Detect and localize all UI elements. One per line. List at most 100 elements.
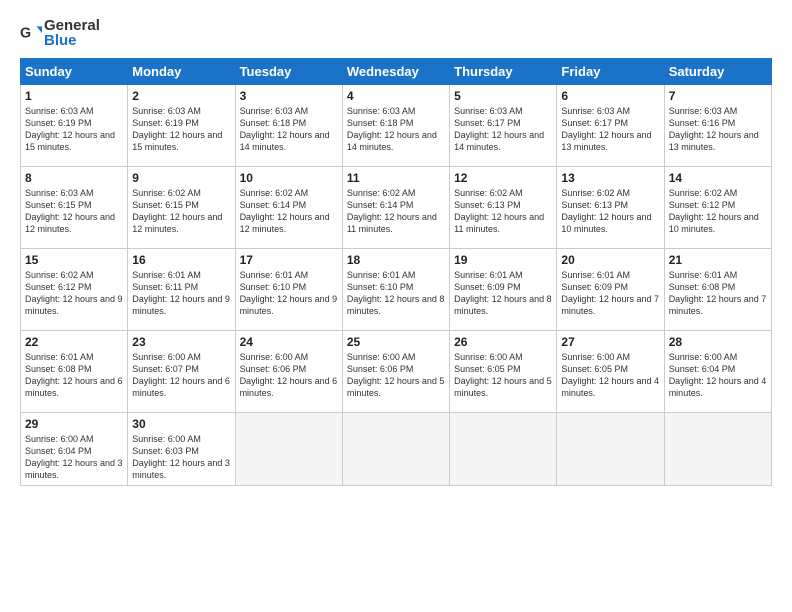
weekday-header-thursday: Thursday: [450, 59, 557, 85]
day-number: 6: [561, 89, 659, 103]
day-number: 3: [240, 89, 338, 103]
day-info: Sunrise: 6:02 AM Sunset: 6:14 PM Dayligh…: [240, 187, 338, 236]
day-number: 16: [132, 253, 230, 267]
day-info: Sunrise: 6:01 AM Sunset: 6:09 PM Dayligh…: [561, 269, 659, 318]
day-info: Sunrise: 6:03 AM Sunset: 6:17 PM Dayligh…: [561, 105, 659, 154]
day-info: Sunrise: 6:03 AM Sunset: 6:16 PM Dayligh…: [669, 105, 767, 154]
day-info: Sunrise: 6:01 AM Sunset: 6:11 PM Dayligh…: [132, 269, 230, 318]
day-info: Sunrise: 6:01 AM Sunset: 6:10 PM Dayligh…: [347, 269, 445, 318]
calendar-cell: 22 Sunrise: 6:01 AM Sunset: 6:08 PM Dayl…: [21, 331, 128, 413]
logo-icon: G: [20, 22, 42, 44]
day-info: Sunrise: 6:01 AM Sunset: 6:10 PM Dayligh…: [240, 269, 338, 318]
calendar-cell: 1 Sunrise: 6:03 AM Sunset: 6:19 PM Dayli…: [21, 85, 128, 167]
calendar-cell: 15 Sunrise: 6:02 AM Sunset: 6:12 PM Dayl…: [21, 249, 128, 331]
day-number: 24: [240, 335, 338, 349]
calendar-cell: 14 Sunrise: 6:02 AM Sunset: 6:12 PM Dayl…: [664, 167, 771, 249]
calendar-cell: 8 Sunrise: 6:03 AM Sunset: 6:15 PM Dayli…: [21, 167, 128, 249]
calendar-cell: 29 Sunrise: 6:00 AM Sunset: 6:04 PM Dayl…: [21, 413, 128, 486]
weekday-header-row: SundayMondayTuesdayWednesdayThursdayFrid…: [21, 59, 772, 85]
calendar-cell: 16 Sunrise: 6:01 AM Sunset: 6:11 PM Dayl…: [128, 249, 235, 331]
day-info: Sunrise: 6:02 AM Sunset: 6:13 PM Dayligh…: [454, 187, 552, 236]
logo: G General Blue: [20, 18, 100, 48]
day-info: Sunrise: 6:03 AM Sunset: 6:19 PM Dayligh…: [25, 105, 123, 154]
calendar-cell: 4 Sunrise: 6:03 AM Sunset: 6:18 PM Dayli…: [342, 85, 449, 167]
day-number: 30: [132, 417, 230, 431]
day-number: 2: [132, 89, 230, 103]
day-info: Sunrise: 6:02 AM Sunset: 6:13 PM Dayligh…: [561, 187, 659, 236]
calendar-cell: 28 Sunrise: 6:00 AM Sunset: 6:04 PM Dayl…: [664, 331, 771, 413]
day-number: 12: [454, 171, 552, 185]
day-info: Sunrise: 6:03 AM Sunset: 6:17 PM Dayligh…: [454, 105, 552, 154]
day-info: Sunrise: 6:00 AM Sunset: 6:05 PM Dayligh…: [454, 351, 552, 400]
day-number: 18: [347, 253, 445, 267]
day-number: 27: [561, 335, 659, 349]
day-info: Sunrise: 6:03 AM Sunset: 6:18 PM Dayligh…: [347, 105, 445, 154]
calendar-cell: 2 Sunrise: 6:03 AM Sunset: 6:19 PM Dayli…: [128, 85, 235, 167]
day-number: 19: [454, 253, 552, 267]
day-number: 8: [25, 171, 123, 185]
day-number: 21: [669, 253, 767, 267]
header: G General Blue: [20, 18, 772, 48]
calendar-cell: [342, 413, 449, 486]
day-info: Sunrise: 6:01 AM Sunset: 6:09 PM Dayligh…: [454, 269, 552, 318]
calendar-cell: 9 Sunrise: 6:02 AM Sunset: 6:15 PM Dayli…: [128, 167, 235, 249]
day-info: Sunrise: 6:03 AM Sunset: 6:18 PM Dayligh…: [240, 105, 338, 154]
weekday-header-sunday: Sunday: [21, 59, 128, 85]
calendar-cell: 27 Sunrise: 6:00 AM Sunset: 6:05 PM Dayl…: [557, 331, 664, 413]
calendar-cell: 24 Sunrise: 6:00 AM Sunset: 6:06 PM Dayl…: [235, 331, 342, 413]
day-info: Sunrise: 6:01 AM Sunset: 6:08 PM Dayligh…: [25, 351, 123, 400]
day-info: Sunrise: 6:00 AM Sunset: 6:06 PM Dayligh…: [240, 351, 338, 400]
day-info: Sunrise: 6:00 AM Sunset: 6:05 PM Dayligh…: [561, 351, 659, 400]
day-number: 20: [561, 253, 659, 267]
day-number: 26: [454, 335, 552, 349]
calendar-cell: 12 Sunrise: 6:02 AM Sunset: 6:13 PM Dayl…: [450, 167, 557, 249]
day-info: Sunrise: 6:03 AM Sunset: 6:15 PM Dayligh…: [25, 187, 123, 236]
week-row-2: 8 Sunrise: 6:03 AM Sunset: 6:15 PM Dayli…: [21, 167, 772, 249]
calendar-cell: 26 Sunrise: 6:00 AM Sunset: 6:05 PM Dayl…: [450, 331, 557, 413]
week-row-1: 1 Sunrise: 6:03 AM Sunset: 6:19 PM Dayli…: [21, 85, 772, 167]
weekday-header-saturday: Saturday: [664, 59, 771, 85]
day-number: 11: [347, 171, 445, 185]
day-info: Sunrise: 6:00 AM Sunset: 6:03 PM Dayligh…: [132, 433, 230, 482]
logo-blue: Blue: [44, 32, 77, 49]
day-info: Sunrise: 6:00 AM Sunset: 6:04 PM Dayligh…: [25, 433, 123, 482]
calendar-cell: [235, 413, 342, 486]
day-info: Sunrise: 6:00 AM Sunset: 6:07 PM Dayligh…: [132, 351, 230, 400]
day-number: 22: [25, 335, 123, 349]
calendar-cell: [664, 413, 771, 486]
day-number: 14: [669, 171, 767, 185]
day-number: 7: [669, 89, 767, 103]
day-info: Sunrise: 6:02 AM Sunset: 6:14 PM Dayligh…: [347, 187, 445, 236]
day-number: 10: [240, 171, 338, 185]
day-number: 25: [347, 335, 445, 349]
day-number: 4: [347, 89, 445, 103]
day-info: Sunrise: 6:00 AM Sunset: 6:04 PM Dayligh…: [669, 351, 767, 400]
day-info: Sunrise: 6:02 AM Sunset: 6:15 PM Dayligh…: [132, 187, 230, 236]
calendar-cell: [557, 413, 664, 486]
week-row-4: 22 Sunrise: 6:01 AM Sunset: 6:08 PM Dayl…: [21, 331, 772, 413]
day-number: 1: [25, 89, 123, 103]
day-info: Sunrise: 6:00 AM Sunset: 6:06 PM Dayligh…: [347, 351, 445, 400]
weekday-header-wednesday: Wednesday: [342, 59, 449, 85]
day-number: 29: [25, 417, 123, 431]
day-number: 23: [132, 335, 230, 349]
calendar-cell: 7 Sunrise: 6:03 AM Sunset: 6:16 PM Dayli…: [664, 85, 771, 167]
weekday-header-monday: Monday: [128, 59, 235, 85]
day-info: Sunrise: 6:01 AM Sunset: 6:08 PM Dayligh…: [669, 269, 767, 318]
day-number: 28: [669, 335, 767, 349]
calendar-cell: 30 Sunrise: 6:00 AM Sunset: 6:03 PM Dayl…: [128, 413, 235, 486]
day-info: Sunrise: 6:02 AM Sunset: 6:12 PM Dayligh…: [25, 269, 123, 318]
calendar-cell: 11 Sunrise: 6:02 AM Sunset: 6:14 PM Dayl…: [342, 167, 449, 249]
day-number: 9: [132, 171, 230, 185]
calendar-cell: 5 Sunrise: 6:03 AM Sunset: 6:17 PM Dayli…: [450, 85, 557, 167]
calendar-cell: 18 Sunrise: 6:01 AM Sunset: 6:10 PM Dayl…: [342, 249, 449, 331]
svg-text:G: G: [20, 25, 31, 41]
calendar: SundayMondayTuesdayWednesdayThursdayFrid…: [20, 58, 772, 486]
day-number: 17: [240, 253, 338, 267]
calendar-cell: 17 Sunrise: 6:01 AM Sunset: 6:10 PM Dayl…: [235, 249, 342, 331]
weekday-header-tuesday: Tuesday: [235, 59, 342, 85]
day-number: 13: [561, 171, 659, 185]
calendar-cell: 10 Sunrise: 6:02 AM Sunset: 6:14 PM Dayl…: [235, 167, 342, 249]
page: G General Blue SundayMondayTuesdayWednes…: [0, 0, 792, 612]
calendar-cell: 13 Sunrise: 6:02 AM Sunset: 6:13 PM Dayl…: [557, 167, 664, 249]
